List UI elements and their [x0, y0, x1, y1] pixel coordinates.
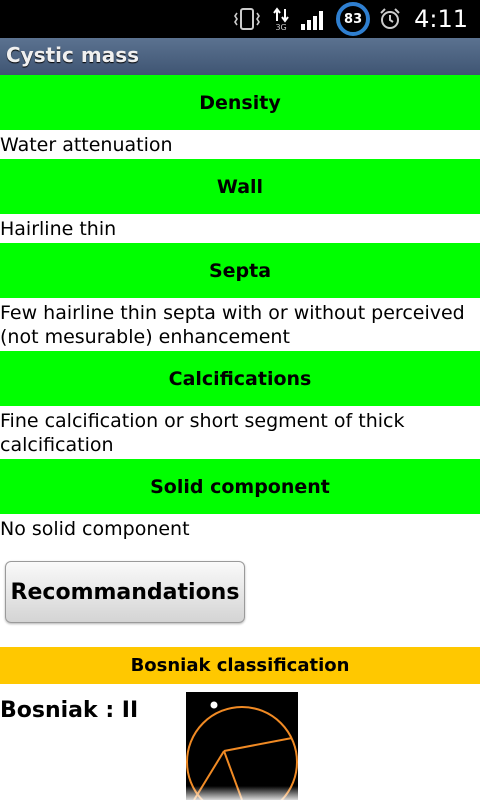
solid-component-value: No solid component: [0, 518, 190, 540]
vibrate-icon: [232, 6, 262, 32]
status-bar: 3G 83 4:11: [0, 0, 480, 38]
clock: 4:11: [414, 5, 468, 33]
septa-header: Septa: [0, 243, 480, 298]
alarm-icon: [378, 7, 402, 31]
battery-icon: 83: [336, 2, 371, 36]
network-type-label: 3G: [275, 22, 287, 32]
density-header: Density: [0, 75, 480, 130]
bottom-fade: [0, 786, 480, 800]
calcifications-value: Fine calcification or short segment of t…: [0, 410, 405, 456]
bosniak-classification-header: Bosniak classification: [0, 647, 480, 684]
signal-icon: [300, 7, 328, 31]
bosniak-diagram: [186, 692, 298, 800]
calcification-dot: [210, 701, 218, 709]
app-title: Cystic mass: [6, 43, 139, 67]
app-title-bar: Cystic mass: [0, 38, 480, 76]
data-3g-icon: 3G: [270, 6, 292, 32]
calcifications-header: Calcifications: [0, 351, 480, 406]
recommendations-button[interactable]: Recommandations: [5, 561, 245, 623]
wall-header: Wall: [0, 159, 480, 214]
density-value: Water attenuation: [0, 134, 173, 156]
bosniak-result: Bosniak : II: [0, 698, 139, 723]
wall-value: Hairline thin: [0, 218, 117, 240]
septum-line: [223, 737, 293, 752]
battery-level: 83: [336, 2, 371, 36]
septa-value: Few hairline thin septa with or without …: [0, 302, 465, 348]
status-icons: 3G 83 4:11: [232, 0, 480, 38]
solid-component-header: Solid component: [0, 459, 480, 514]
